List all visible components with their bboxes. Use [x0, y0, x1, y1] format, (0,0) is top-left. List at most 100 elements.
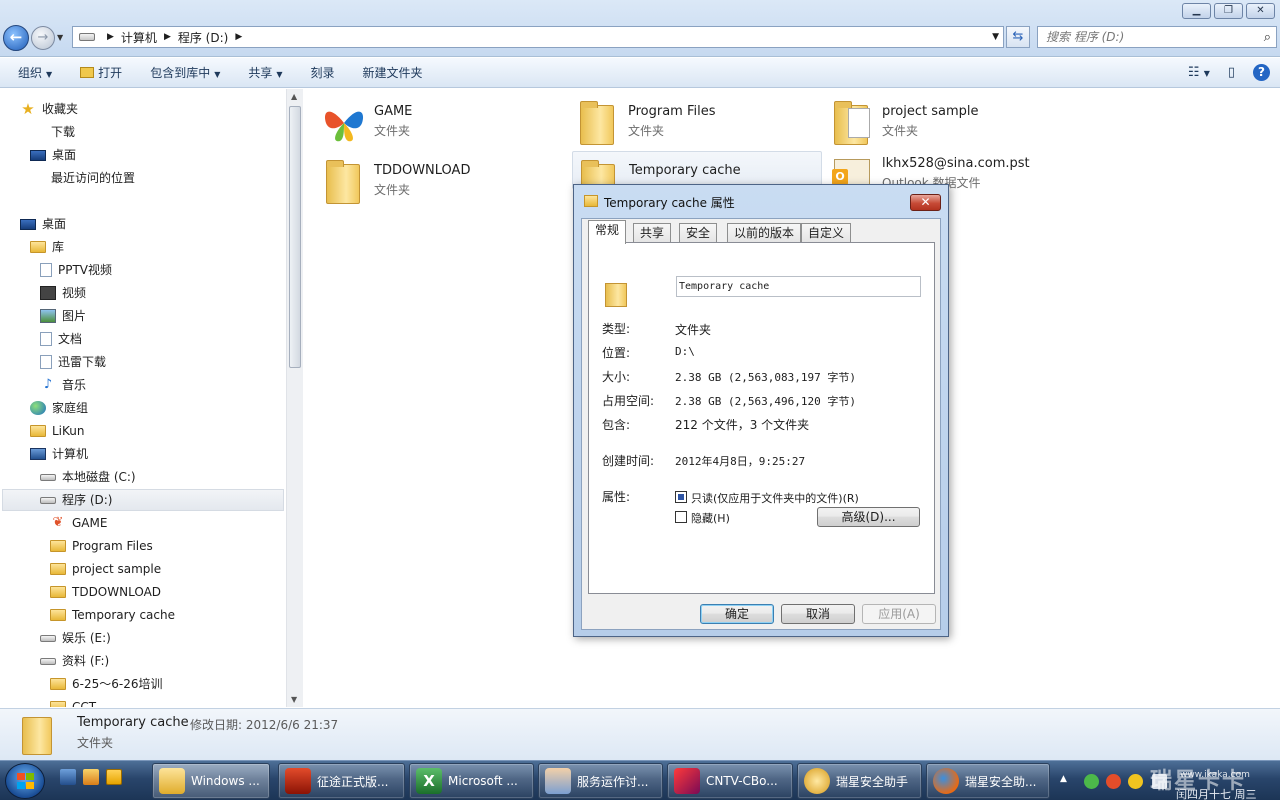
address-dropdown-icon[interactable]: ▼: [992, 32, 999, 42]
preview-pane-icon[interactable]: ▯: [1228, 65, 1235, 80]
nav-program-files[interactable]: Program Files: [50, 535, 153, 557]
file-tile-project-sample[interactable]: project sample 文件夹: [828, 99, 979, 147]
nav-scrollbar[interactable]: ▲ ▼: [286, 89, 303, 707]
nav-user[interactable]: LiKun: [30, 420, 85, 442]
taskbar-explorer[interactable]: Windows ...: [152, 763, 270, 799]
security-tray-icon[interactable]: [1084, 774, 1099, 789]
taskbar-rising-assistant[interactable]: 瑞星安全助手: [797, 763, 922, 799]
desktop-icon: [20, 218, 36, 230]
share-button[interactable]: 共享 ▼: [234, 64, 296, 81]
address-bar[interactable]: ▶ 计算机 ▶ 程序 (D:) ▶ ▼: [72, 26, 1004, 48]
nav-drive-d[interactable]: 程序 (D:): [2, 489, 284, 511]
scroll-thumb[interactable]: [289, 106, 301, 368]
taskbar-firefox[interactable]: 瑞星安全助...: [926, 763, 1050, 799]
file-tile-game[interactable]: GAME 文件夹: [320, 99, 412, 147]
apply-button[interactable]: 应用(A): [862, 604, 936, 624]
nav-desktop-favorite[interactable]: 桌面: [30, 144, 76, 166]
tab-general[interactable]: 常规: [588, 220, 627, 244]
qq-tray-icon[interactable]: [1106, 774, 1121, 789]
taskbar-chat[interactable]: 服务运作讨...: [538, 763, 663, 799]
start-button[interactable]: [5, 763, 45, 799]
clock-date[interactable]: 闰四月十七 周三: [1176, 786, 1257, 800]
taskbar-zhengtu[interactable]: 征途正式版...: [278, 763, 405, 799]
scroll-down-icon[interactable]: ▼: [291, 695, 297, 704]
nav-videos[interactable]: 视频: [40, 282, 86, 304]
nav-documents[interactable]: 文档: [40, 328, 82, 350]
organize-button[interactable]: 组织 ▼: [0, 64, 66, 81]
maximize-button[interactable]: ❐: [1214, 3, 1243, 19]
nav-favorites[interactable]: ★ 收藏夹: [20, 98, 78, 120]
burn-button[interactable]: 刻录: [297, 64, 349, 81]
nav-drive-f[interactable]: 资料 (F:): [40, 650, 109, 672]
nav-project-sample[interactable]: project sample: [50, 558, 161, 580]
nav-music[interactable]: ♪ 音乐: [40, 374, 86, 396]
tab-sharing[interactable]: 共享: [633, 223, 672, 243]
new-folder-button[interactable]: 新建文件夹: [349, 64, 437, 81]
outlook-icon[interactable]: [106, 769, 122, 785]
cntv-icon: [674, 768, 700, 794]
breadcrumb-computer[interactable]: 计算机: [121, 29, 157, 46]
nav-drive-e[interactable]: 娱乐 (E:): [40, 627, 111, 649]
nav-tddownload[interactable]: TDDOWNLOAD: [50, 581, 161, 603]
nav-game[interactable]: ❦ GAME: [50, 512, 108, 534]
show-hidden-icons-icon[interactable]: ▲: [1060, 774, 1067, 784]
nav-desktop[interactable]: 桌面: [20, 213, 66, 235]
tab-previous-versions[interactable]: 以前的版本: [727, 223, 802, 243]
readonly-checkbox[interactable]: [675, 491, 687, 503]
taskbar-excel[interactable]: X Microsoft ...: [409, 763, 534, 799]
breadcrumb-drive-d[interactable]: 程序 (D:): [178, 29, 228, 46]
nav-xunlei[interactable]: 迅雷下载: [40, 351, 106, 373]
show-desktop-icon[interactable]: [60, 769, 76, 785]
file-name: lkhx528@sina.com.pst: [882, 156, 1030, 171]
tab-customize[interactable]: 自定义: [801, 223, 852, 243]
dialog-close-button[interactable]: ✕: [910, 194, 941, 211]
type-label: 类型:: [602, 322, 631, 336]
drive-icon: [79, 33, 95, 41]
hidden-checkbox[interactable]: [675, 511, 687, 523]
nav-pptv[interactable]: PPTV视频: [40, 259, 112, 281]
readonly-label[interactable]: 只读(仅应用于文件夹中的文件)(R): [691, 490, 859, 506]
nav-drive-c[interactable]: 本地磁盘 (C:): [40, 466, 136, 488]
folder-name-input[interactable]: Temporary cache: [676, 276, 921, 297]
advanced-button[interactable]: 高级(D)...: [817, 507, 920, 527]
chevron-right-icon[interactable]: ▶: [107, 32, 114, 42]
refresh-button[interactable]: ⇆: [1006, 26, 1030, 48]
nav-libraries[interactable]: 库: [30, 236, 64, 258]
nav-recent-places[interactable]: 最近访问的位置: [51, 167, 135, 189]
nav-training[interactable]: 6-25～6-26培训: [50, 673, 162, 695]
ok-button[interactable]: 确定: [700, 604, 774, 624]
file-tile-program-files[interactable]: Program Files 文件夹: [574, 99, 716, 147]
cancel-button[interactable]: 取消: [781, 604, 855, 624]
quicklaunch-app-icon[interactable]: [83, 769, 99, 785]
forward-button[interactable]: →: [31, 26, 55, 50]
nav-cct[interactable]: CCT: [50, 696, 96, 707]
open-button[interactable]: 打开: [66, 64, 136, 81]
chevron-right-icon[interactable]: ▶: [164, 32, 171, 42]
nav-homegroup[interactable]: 家庭组: [30, 397, 88, 419]
nav-temporary-cache[interactable]: Temporary cache: [50, 604, 175, 626]
qq-tray-icon-2[interactable]: [1128, 774, 1143, 789]
tab-security[interactable]: 安全: [679, 223, 718, 243]
search-icon[interactable]: ⌕: [1264, 28, 1271, 48]
nav-label: 音乐: [62, 378, 87, 392]
dialog-title: Temporary cache 属性: [604, 196, 735, 210]
scroll-up-icon[interactable]: ▲: [291, 92, 297, 101]
taskbar-cntv[interactable]: CNTV-CBo...: [667, 763, 793, 799]
type-value: 文件夹: [675, 323, 712, 337]
nav-downloads[interactable]: 下载: [51, 121, 75, 143]
taskbar: Windows ... 征途正式版... X Microsoft ... 服务运作…: [0, 760, 1280, 800]
search-input[interactable]: 搜索 程序 (D:) ⌕: [1037, 26, 1277, 48]
nav-computer[interactable]: 计算机: [30, 443, 88, 465]
hidden-label[interactable]: 隐藏(H): [691, 510, 730, 526]
help-icon[interactable]: ?: [1253, 64, 1270, 81]
file-tile-tddownload[interactable]: TDDOWNLOAD 文件夹: [320, 158, 470, 206]
chevron-right-icon[interactable]: ▶: [235, 32, 242, 42]
close-window-button[interactable]: ✕: [1246, 3, 1275, 19]
minimize-button[interactable]: ▁: [1182, 3, 1211, 19]
disk-size-value: 2.38 GB (2,563,496,120 字节): [675, 395, 856, 408]
change-view-icon[interactable]: ☷ ▼: [1188, 65, 1210, 80]
include-library-button[interactable]: 包含到库中 ▼: [136, 64, 234, 81]
back-button[interactable]: ←: [3, 25, 29, 51]
history-dropdown-icon[interactable]: ▼: [57, 33, 63, 42]
nav-pictures[interactable]: 图片: [40, 305, 86, 327]
